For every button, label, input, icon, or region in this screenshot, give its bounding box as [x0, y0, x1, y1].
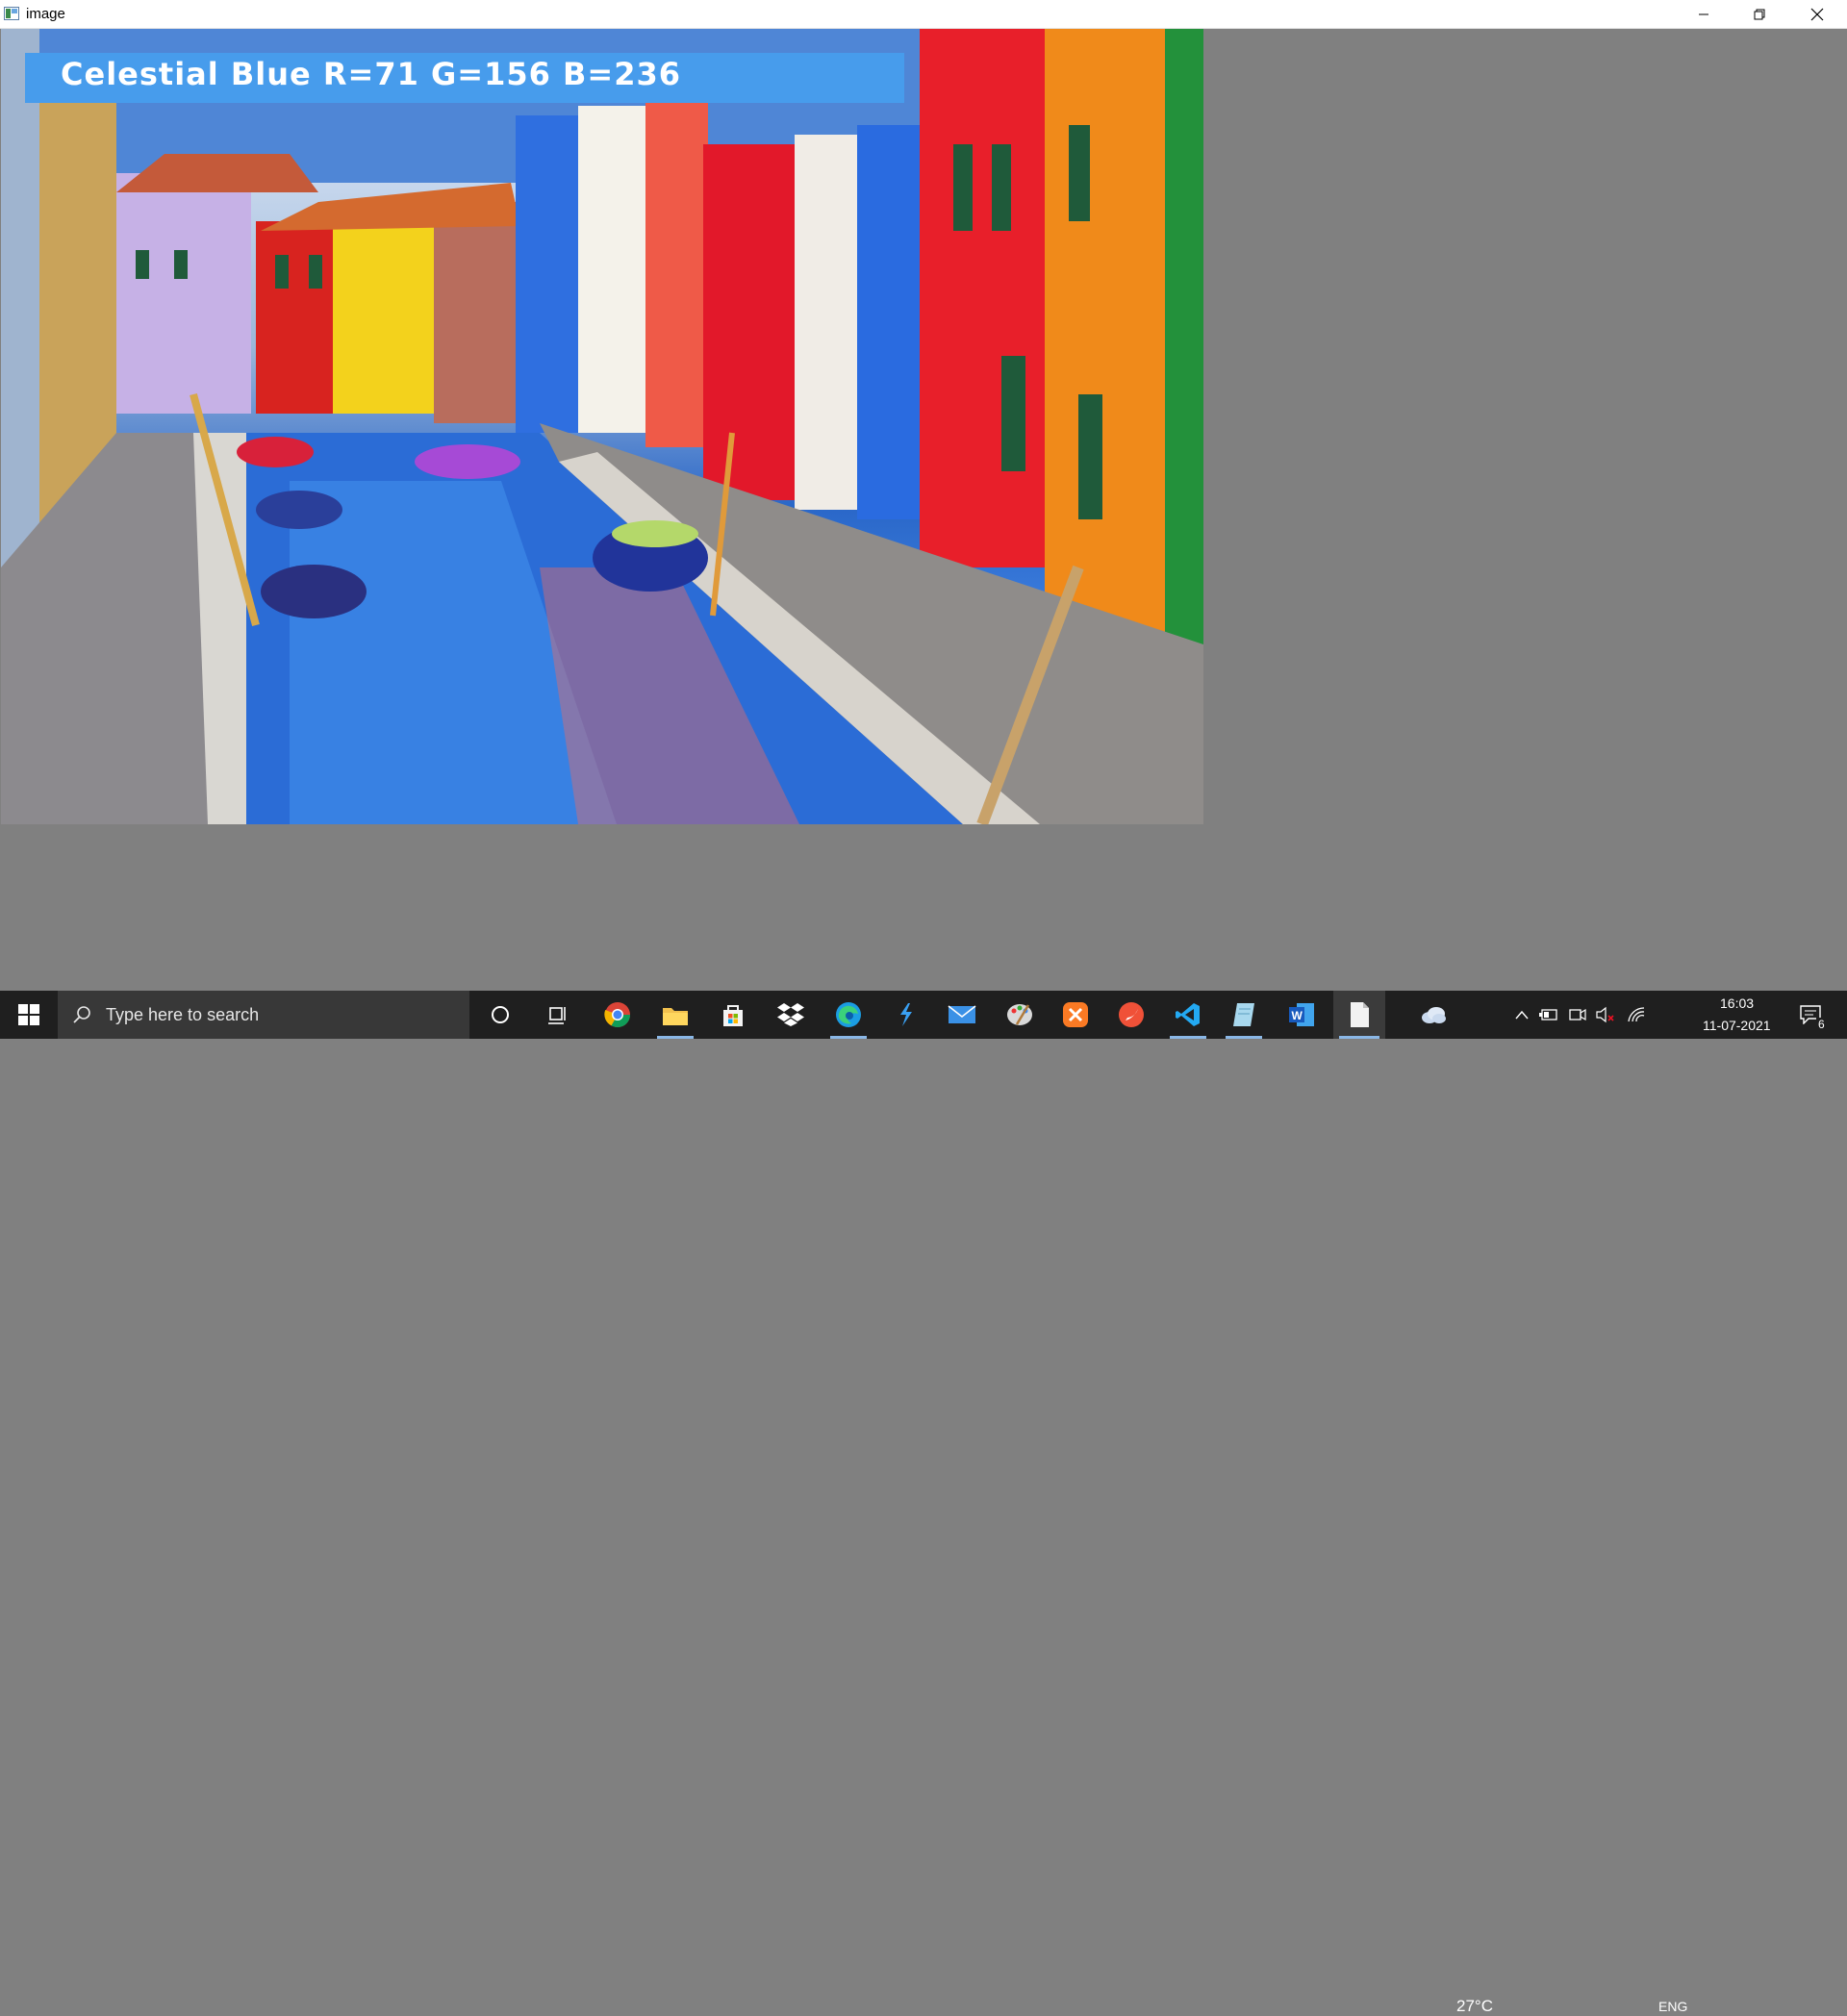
notification-count-badge: 6: [1816, 1018, 1827, 1031]
camera-icon: [1569, 1008, 1586, 1021]
dropbox-icon: [777, 1003, 804, 1026]
chrome-button[interactable]: [594, 991, 642, 1039]
vscode-icon: [1176, 1003, 1200, 1026]
show-hidden-icons-button[interactable]: [1510, 991, 1533, 1039]
start-button[interactable]: [0, 991, 58, 1039]
file-explorer-icon: [663, 1008, 688, 1025]
xampp-button[interactable]: [1051, 991, 1100, 1039]
input-language[interactable]: ENG: [1658, 1999, 1687, 2014]
dropbox-button[interactable]: [767, 991, 815, 1039]
restore-icon: [1754, 9, 1765, 19]
task-view-icon: [548, 1007, 566, 1024]
windows-taskbar: Type here to search W 27°C ENG 16:03 11-…: [0, 991, 1847, 2015]
file-explorer-button[interactable]: [651, 991, 699, 1039]
chevron-up-icon: [1515, 1010, 1529, 1020]
battery-button[interactable]: [1537, 991, 1560, 1039]
image-window-client: Celestial Blue R=71 G=156 B=236: [0, 29, 1847, 991]
canal-scene: [1, 29, 1203, 824]
cortana-button[interactable]: [476, 991, 524, 1039]
wifi-icon: [1628, 1007, 1645, 1022]
microsoft-store-icon: [723, 1005, 743, 1026]
window-title: image: [26, 6, 65, 22]
task-view-button[interactable]: [534, 991, 582, 1039]
volume-button[interactable]: [1593, 991, 1618, 1039]
weather-temperature[interactable]: 27°C: [1456, 1997, 1493, 2016]
minimize-icon: [1699, 13, 1708, 14]
notepad-button[interactable]: [1220, 991, 1268, 1039]
search-placeholder: Type here to search: [106, 1005, 260, 1024]
vscode-button[interactable]: [1164, 991, 1212, 1039]
mail-icon: [948, 1005, 976, 1023]
visual-studio-installer-icon: [900, 1003, 912, 1026]
cortana-icon: [492, 1006, 509, 1023]
mail-button[interactable]: [938, 991, 986, 1039]
taskbar-search-box[interactable]: Type here to search: [58, 991, 469, 1039]
image-window-icon: [4, 7, 19, 20]
network-button[interactable]: [1624, 991, 1649, 1039]
svg-text:W: W: [1292, 1009, 1303, 1022]
image-viewer-button[interactable]: [1333, 991, 1385, 1039]
close-icon: [1810, 8, 1824, 20]
speaker-muted-icon: [1596, 1006, 1614, 1023]
battery-icon: [1539, 1009, 1557, 1021]
edge-icon: [836, 1002, 861, 1027]
edge-button[interactable]: [824, 991, 873, 1039]
restore-button[interactable]: [1732, 0, 1787, 28]
clock-time: 16:03: [1720, 995, 1755, 1011]
notepad-icon: [1233, 1003, 1254, 1026]
meet-now-button[interactable]: [1566, 991, 1589, 1039]
clock-button[interactable]: 16:03 11-07-2021: [1695, 991, 1782, 1039]
swift-button[interactable]: [1107, 991, 1155, 1039]
word-icon: W: [1289, 1003, 1314, 1026]
image-viewer-icon: [1351, 1002, 1369, 1027]
microsoft-store-button[interactable]: [709, 991, 757, 1039]
clock-date: 11-07-2021: [1703, 1018, 1771, 1033]
cloud-icon: [1422, 1007, 1446, 1023]
paint-icon: [1007, 1004, 1032, 1025]
weather-button[interactable]: [1414, 991, 1453, 1039]
word-button[interactable]: W: [1278, 991, 1326, 1039]
paint-button[interactable]: [996, 991, 1044, 1039]
swift-icon: [1119, 1002, 1144, 1027]
windows-logo-icon: [18, 1004, 39, 1025]
color-label-text: Celestial Blue R=71 G=156 B=236: [61, 56, 681, 92]
chrome-icon: [604, 1002, 631, 1028]
minimize-button[interactable]: [1676, 0, 1732, 28]
action-center-button[interactable]: 6: [1789, 991, 1832, 1039]
window-title-bar[interactable]: image: [0, 0, 1847, 29]
search-icon: [73, 1006, 90, 1023]
xampp-icon: [1063, 1002, 1088, 1027]
close-button[interactable]: [1787, 0, 1847, 28]
visual-studio-installer-button[interactable]: [882, 991, 930, 1039]
canal-photo[interactable]: Celestial Blue R=71 G=156 B=236: [1, 29, 1203, 824]
